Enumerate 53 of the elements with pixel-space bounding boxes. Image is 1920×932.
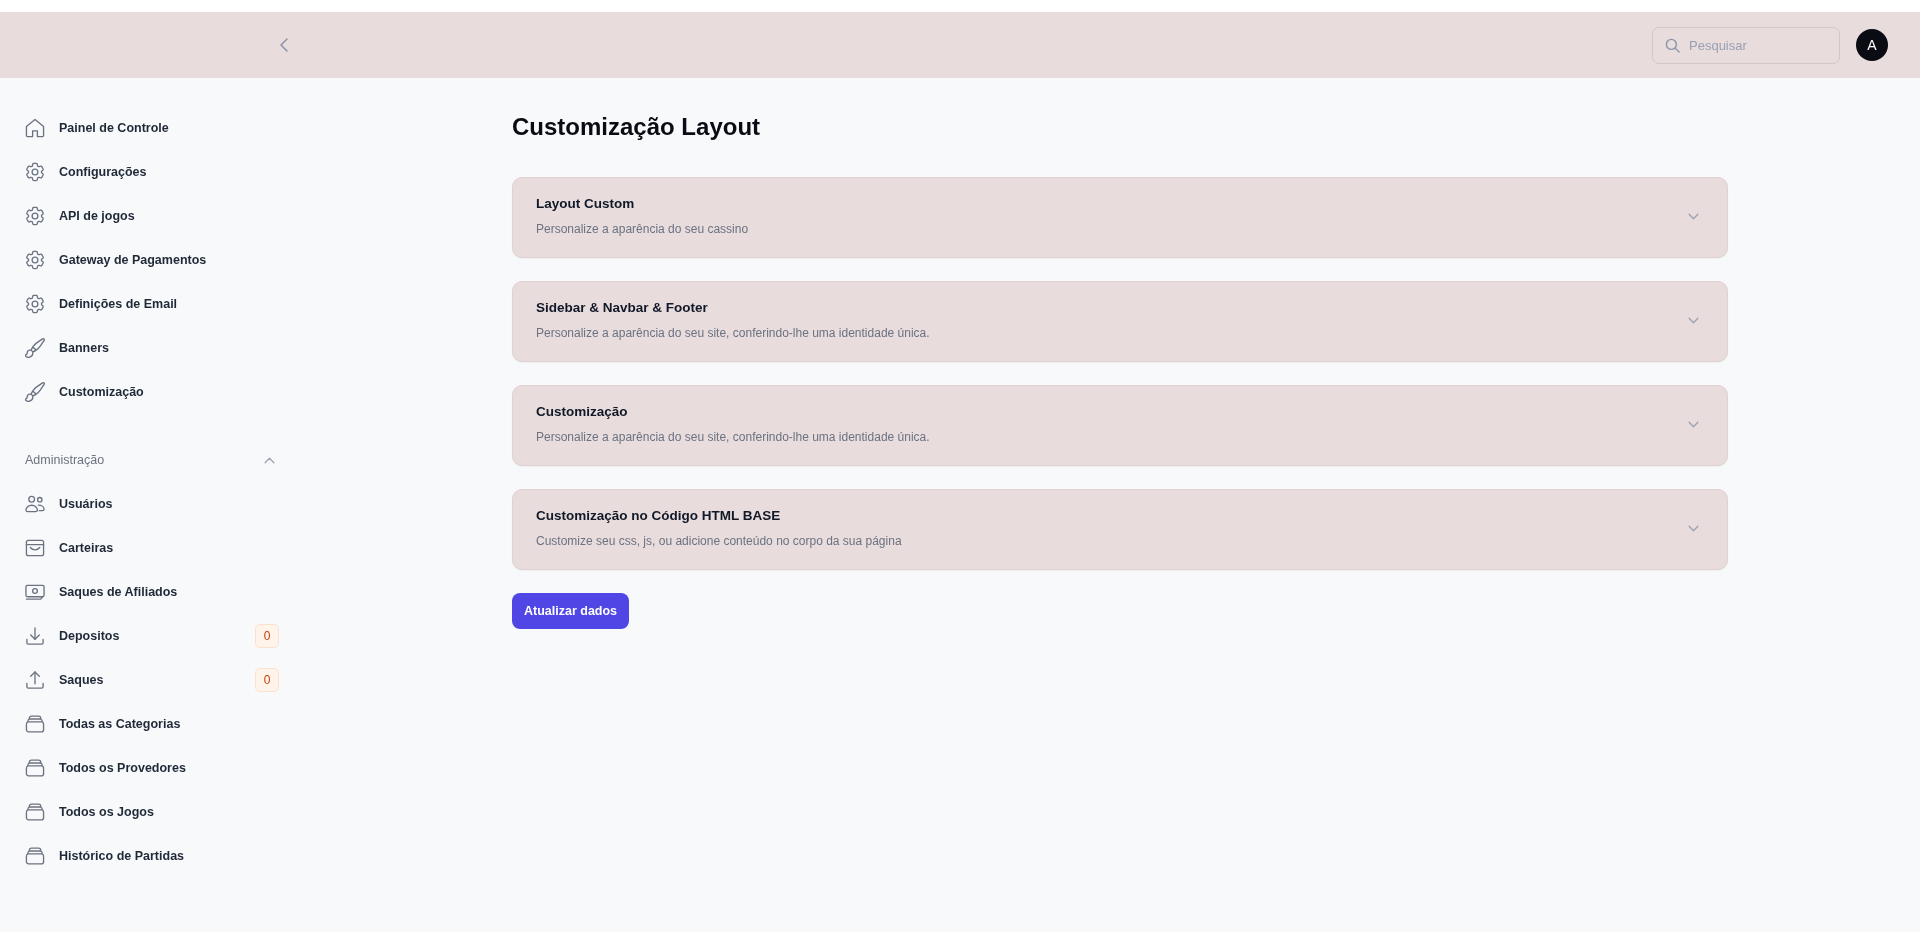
update-button[interactable]: Atualizar dados — [512, 593, 630, 629]
accordion-panel[interactable]: Sidebar & Navbar & Footer Personalize a aparência do seu site, conferindo-lhe uma identidade única. — [512, 281, 1728, 362]
count-badge: 0 — [255, 668, 279, 692]
upload-icon — [25, 670, 45, 690]
sidebar-item[interactable]: Histórico de Partidas — [25, 834, 279, 878]
stack-icon — [25, 714, 45, 734]
sidebar-item[interactable]: Painel de Controle — [25, 106, 279, 150]
sidebar-item[interactable]: Todos os Provedores — [25, 746, 279, 790]
panel-title: Layout Custom — [536, 195, 636, 213]
stack-icon — [25, 846, 45, 866]
gear-icon — [25, 206, 45, 226]
sidebar-item[interactable]: Carteiras — [25, 526, 279, 570]
accordion-panel[interactable]: Customização no Código HTML BASE Customize seu css, js, ou adicione conteúdo no corpo da sua página — [512, 489, 1728, 570]
accordion-panel[interactable]: Layout Custom Personalize a aparência do seu cassino — [512, 177, 1728, 258]
sidebar-item[interactable]: Depositos 0 — [25, 614, 279, 658]
home-icon — [25, 118, 45, 138]
sidebar-item[interactable]: Todas as Categorias — [25, 702, 279, 746]
panel-description: Personalize a aparência do seu cassino — [536, 221, 750, 237]
paintbrush-icon — [25, 382, 45, 402]
download-icon — [25, 626, 45, 646]
count-badge: 0 — [255, 624, 279, 648]
panel-title: Customização no Código HTML BASE — [536, 507, 782, 525]
sidebar-item[interactable]: Saques 0 — [25, 658, 279, 702]
gear-icon — [25, 294, 45, 314]
sidebar-item[interactable]: Usuários — [25, 482, 279, 526]
sidebar-item[interactable]: API de jogos — [25, 194, 279, 238]
sidebar-item[interactable]: Definições de Email — [25, 282, 279, 326]
banknote-icon — [25, 582, 45, 602]
panel-description: Personalize a aparência do seu site, conferindo-lhe uma identidade única. — [536, 325, 931, 341]
gear-icon — [25, 162, 45, 182]
search-icon — [1665, 37, 1680, 53]
panel-title: Customização — [536, 403, 629, 421]
sidebar-item[interactable]: Todos os Jogos — [25, 790, 279, 834]
panel-description: Customize seu css, js, ou adicione conteúdo no corpo da sua página — [536, 533, 903, 549]
avatar[interactable]: A — [1856, 29, 1888, 61]
page-title: Customização Layout — [512, 112, 762, 142]
tray-icon — [25, 538, 45, 558]
sidebar-item[interactable]: Configurações — [25, 150, 279, 194]
sidebar-item[interactable]: Banners — [25, 326, 279, 370]
stack-icon — [25, 802, 45, 822]
panel-description: Personalize a aparência do seu site, conferindo-lhe uma identidade única. — [536, 429, 931, 445]
accordion-panel[interactable]: Customização Personalize a aparência do seu site, conferindo-lhe uma identidade única. — [512, 385, 1728, 466]
sidebar-item[interactable]: Customização — [25, 370, 279, 414]
stack-icon — [25, 758, 45, 778]
search-field[interactable]: Pesquisar — [1652, 26, 1840, 64]
paintbrush-icon — [25, 338, 45, 358]
sidebar-item[interactable]: Saques de Afiliados — [25, 570, 279, 614]
sidebar-item[interactable]: Gateway de Pagamentos — [25, 238, 279, 282]
users-icon — [25, 494, 45, 514]
panel-title: Sidebar & Navbar & Footer — [536, 299, 709, 317]
chevron-left-icon — [280, 38, 288, 52]
section-header[interactable]: Administração — [25, 438, 279, 482]
gear-icon — [25, 250, 45, 270]
